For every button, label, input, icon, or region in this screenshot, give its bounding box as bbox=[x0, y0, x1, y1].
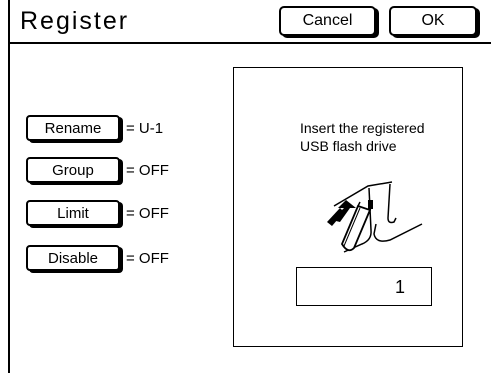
left-border bbox=[8, 0, 10, 373]
setting-disable: Disable = OFF bbox=[26, 245, 169, 271]
usb-instruction-panel: Insert the registered USB flash drive 1 bbox=[233, 67, 463, 347]
group-button[interactable]: Group bbox=[26, 157, 120, 183]
setting-limit: Limit = OFF bbox=[26, 200, 169, 226]
setting-group: Group = OFF bbox=[26, 157, 169, 183]
usb-instruction-message: Insert the registered USB flash drive bbox=[300, 119, 425, 155]
usb-insert-icon bbox=[327, 181, 423, 253]
cancel-button[interactable]: Cancel bbox=[279, 6, 376, 36]
register-screen: Register Cancel OK Rename = U-1 Group = … bbox=[0, 0, 491, 373]
ok-button[interactable]: OK bbox=[389, 6, 477, 36]
disable-button[interactable]: Disable bbox=[26, 245, 120, 271]
count-display: 1 bbox=[296, 267, 432, 306]
group-value: = OFF bbox=[126, 161, 169, 179]
page-title: Register bbox=[20, 7, 130, 35]
setting-rename: Rename = U-1 bbox=[26, 115, 163, 141]
disable-value: = OFF bbox=[126, 249, 169, 267]
rename-value: = U-1 bbox=[126, 119, 164, 137]
rename-button[interactable]: Rename bbox=[26, 115, 120, 141]
limit-button[interactable]: Limit bbox=[26, 200, 120, 226]
message-line-1: Insert the registered bbox=[300, 120, 425, 136]
message-line-2: USB flash drive bbox=[300, 138, 397, 154]
limit-value: = OFF bbox=[126, 204, 169, 222]
count-value: 1 bbox=[394, 277, 405, 297]
